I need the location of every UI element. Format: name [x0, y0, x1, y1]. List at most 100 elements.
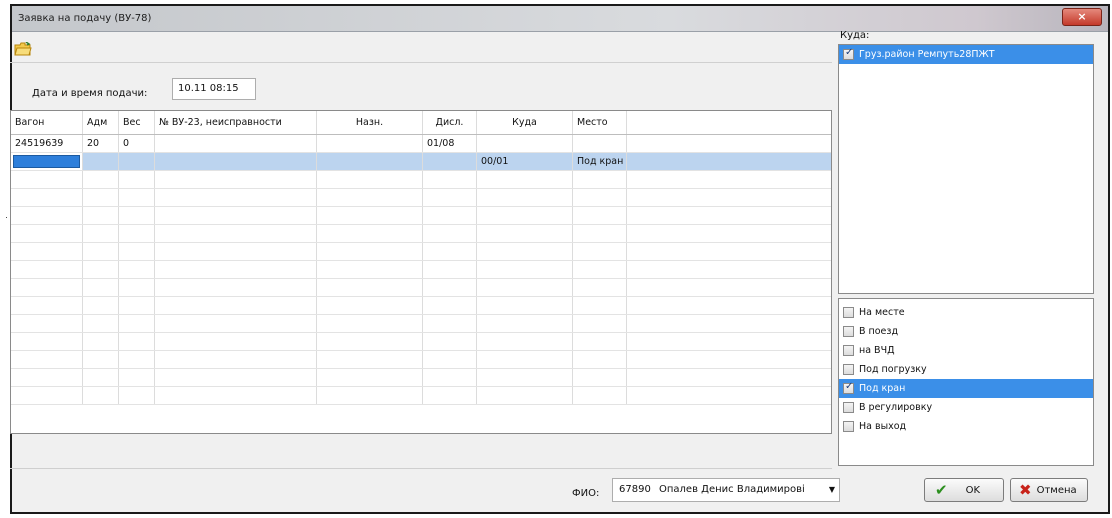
table-cell[interactable]: [119, 207, 155, 224]
table-cell[interactable]: [477, 387, 573, 404]
cell-extra[interactable]: [627, 153, 831, 170]
table-cell[interactable]: [11, 279, 83, 296]
table-cell[interactable]: [627, 189, 831, 206]
table-cell[interactable]: [477, 369, 573, 386]
table-cell[interactable]: [627, 333, 831, 350]
cell-defects[interactable]: [155, 153, 317, 170]
table-cell[interactable]: [119, 261, 155, 278]
table-cell[interactable]: [423, 369, 477, 386]
table-cell[interactable]: [477, 333, 573, 350]
table-cell[interactable]: [317, 351, 423, 368]
table-cell[interactable]: [119, 387, 155, 404]
fio-dropdown[interactable]: 67890 Опалев Денис Владимирові ▼: [612, 478, 840, 502]
destination-item[interactable]: на ВЧД: [839, 341, 1093, 360]
table-cell[interactable]: [11, 333, 83, 350]
close-button[interactable]: ×: [1062, 8, 1102, 26]
table-cell[interactable]: [317, 261, 423, 278]
checkbox[interactable]: [843, 402, 854, 413]
table-row-empty[interactable]: [11, 315, 831, 333]
table-cell[interactable]: [83, 171, 119, 188]
table-row-empty[interactable]: [11, 243, 831, 261]
column-header[interactable]: [627, 111, 831, 134]
table-cell[interactable]: [477, 297, 573, 314]
table-cell[interactable]: [423, 189, 477, 206]
table-cell[interactable]: [83, 297, 119, 314]
destination-item[interactable]: В поезд: [839, 322, 1093, 341]
table-cell[interactable]: [573, 243, 627, 260]
table-row-empty[interactable]: [11, 261, 831, 279]
table-cell[interactable]: [627, 297, 831, 314]
table-cell[interactable]: [155, 243, 317, 260]
table-cell[interactable]: [11, 207, 83, 224]
checkbox[interactable]: [843, 326, 854, 337]
cell-destination[interactable]: [317, 135, 423, 152]
table-cell[interactable]: [155, 351, 317, 368]
table-cell[interactable]: [155, 315, 317, 332]
table-cell[interactable]: [317, 225, 423, 242]
table-row-empty[interactable]: [11, 351, 831, 369]
table-cell[interactable]: [83, 351, 119, 368]
table-cell[interactable]: [423, 297, 477, 314]
table-row-empty[interactable]: [11, 387, 831, 405]
table-cell[interactable]: [477, 279, 573, 296]
table-cell[interactable]: [627, 225, 831, 242]
table-cell[interactable]: [477, 243, 573, 260]
table-cell[interactable]: [11, 243, 83, 260]
cell-place[interactable]: Под кран: [573, 153, 627, 170]
checkbox[interactable]: [843, 364, 854, 375]
column-header[interactable]: Дисл.: [423, 111, 477, 134]
table-cell[interactable]: [83, 189, 119, 206]
destination-item-selected[interactable]: Под кран: [839, 379, 1093, 398]
table-cell[interactable]: [423, 333, 477, 350]
column-header[interactable]: Вес: [119, 111, 155, 134]
table-cell[interactable]: [119, 171, 155, 188]
table-cell[interactable]: [119, 279, 155, 296]
table-row[interactable]: 24519639 20 0 01/08: [11, 135, 831, 153]
table-cell[interactable]: [423, 315, 477, 332]
table-cell[interactable]: [317, 315, 423, 332]
table-cell[interactable]: [83, 333, 119, 350]
table-cell[interactable]: [119, 243, 155, 260]
table-cell[interactable]: [573, 297, 627, 314]
column-header[interactable]: Куда: [477, 111, 573, 134]
table-cell[interactable]: [119, 189, 155, 206]
cancel-button[interactable]: ✖ Отмена: [1010, 478, 1088, 502]
table-cell[interactable]: [627, 315, 831, 332]
table-cell[interactable]: [83, 225, 119, 242]
table-cell[interactable]: [627, 243, 831, 260]
table-cell[interactable]: [119, 333, 155, 350]
wagons-grid[interactable]: Вагон Адм Вес № ВУ-23, неисправности Наз…: [10, 110, 832, 434]
table-cell[interactable]: [477, 189, 573, 206]
table-cell[interactable]: [11, 189, 83, 206]
table-cell[interactable]: [627, 387, 831, 404]
table-cell[interactable]: [477, 171, 573, 188]
table-cell[interactable]: [317, 171, 423, 188]
table-cell[interactable]: [155, 369, 317, 386]
table-cell[interactable]: [477, 207, 573, 224]
table-cell[interactable]: [317, 297, 423, 314]
table-cell[interactable]: [477, 225, 573, 242]
table-row-empty[interactable]: [11, 297, 831, 315]
table-cell[interactable]: [119, 225, 155, 242]
checkbox[interactable]: [843, 345, 854, 356]
table-cell[interactable]: [627, 351, 831, 368]
table-cell[interactable]: [317, 279, 423, 296]
table-cell[interactable]: [317, 207, 423, 224]
table-cell[interactable]: [155, 333, 317, 350]
table-cell[interactable]: [155, 387, 317, 404]
table-cell[interactable]: [11, 315, 83, 332]
destination-list[interactable]: На месте В поезд на ВЧД Под погрузку Под…: [838, 298, 1094, 466]
table-row-empty[interactable]: [11, 279, 831, 297]
checkbox[interactable]: [843, 47, 854, 60]
table-cell[interactable]: [423, 261, 477, 278]
destination-item[interactable]: Под погрузку: [839, 360, 1093, 379]
cell-wagon[interactable]: 24519639: [11, 135, 83, 152]
table-cell[interactable]: [573, 171, 627, 188]
checkbox[interactable]: [843, 381, 854, 394]
table-cell[interactable]: [317, 333, 423, 350]
table-cell[interactable]: [155, 207, 317, 224]
table-cell[interactable]: [155, 261, 317, 278]
table-cell[interactable]: [83, 387, 119, 404]
table-cell[interactable]: [119, 297, 155, 314]
table-cell[interactable]: [317, 369, 423, 386]
